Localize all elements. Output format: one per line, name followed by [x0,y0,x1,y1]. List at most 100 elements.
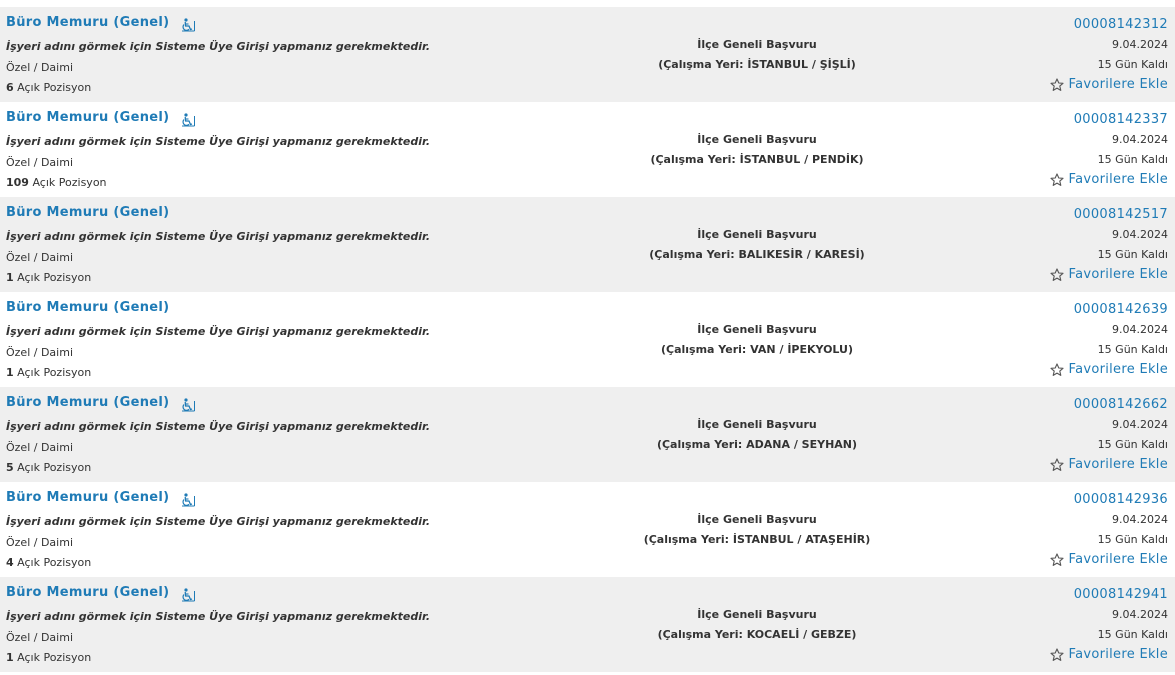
star-icon [1050,552,1065,566]
add-to-favorites-button[interactable]: Favorilere Ekle [1050,552,1168,567]
star-icon [1050,362,1065,376]
login-required-notice: İşyeri adını görmek için Sisteme Üye Gir… [6,325,431,338]
work-location: (Çalışma Yeri: VAN / İPEKYOLU) [660,343,854,356]
listing-number-link[interactable]: 00008142312 [1074,17,1168,32]
employment-type: Özel / Daimi [6,346,73,359]
star-icon [1050,457,1065,471]
work-location: (Çalışma Yeri: İSTANBUL / PENDİK) [650,153,864,166]
wheelchair-icon[interactable] [180,17,196,32]
job-listing-row: Büro Memuru (Genel) İşyeri adını görmek … [0,482,1175,577]
add-to-favorites-button[interactable]: Favorilere Ekle [1050,362,1168,377]
open-positions: 1 Açık Pozisyon [6,651,91,664]
days-left: 15 Gün Kaldı [1097,438,1168,451]
open-positions-label: Açık Pozisyon [17,461,92,474]
open-positions-count: 1 [6,366,14,379]
listing-date: 9.04.2024 [1112,608,1168,621]
work-location: (Çalışma Yeri: İSTANBUL / ŞİŞLİ) [658,58,856,71]
open-positions-label: Açık Pozisyon [17,81,92,94]
open-positions-count: 1 [6,651,14,664]
open-positions-label: Açık Pozisyon [17,271,92,284]
star-icon [1050,647,1065,661]
add-to-favorites-label: Favorilere Ekle [1068,172,1168,187]
open-positions: 4 Açık Pozisyon [6,556,91,569]
add-to-favorites-label: Favorilere Ekle [1068,77,1168,92]
work-location: (Çalışma Yeri: BALIKESİR / KARESİ) [649,248,865,261]
days-left: 15 Gün Kaldı [1097,58,1168,71]
login-required-notice: İşyeri adını görmek için Sisteme Üye Gir… [6,40,431,53]
application-type: İlçe Geneli Başvuru [697,228,817,241]
open-positions: 1 Açık Pozisyon [6,366,91,379]
add-to-favorites-label: Favorilere Ekle [1068,647,1168,662]
job-listing-list: Büro Memuru (Genel) İşyeri adını görmek … [0,7,1175,672]
employment-type: Özel / Daimi [6,441,73,454]
star-icon [1050,77,1065,91]
application-type: İlçe Geneli Başvuru [697,513,817,526]
add-to-favorites-label: Favorilere Ekle [1068,552,1168,567]
employment-type: Özel / Daimi [6,156,73,169]
wheelchair-icon[interactable] [180,492,196,507]
listing-date: 9.04.2024 [1112,38,1168,51]
open-positions-count: 1 [6,271,14,284]
employment-type: Özel / Daimi [6,536,73,549]
job-listing-row: Büro Memuru (Genel) İşyeri adını görmek … [0,387,1175,482]
employment-type: Özel / Daimi [6,631,73,644]
add-to-favorites-label: Favorilere Ekle [1068,362,1168,377]
listing-date: 9.04.2024 [1112,323,1168,336]
job-listing-row: Büro Memuru (Genel) İşyeri adını görmek … [0,102,1175,197]
listing-number-link[interactable]: 00008142941 [1074,587,1168,602]
add-to-favorites-label: Favorilere Ekle [1068,457,1168,472]
listing-date: 9.04.2024 [1112,513,1168,526]
application-type: İlçe Geneli Başvuru [697,133,817,146]
open-positions: 109 Açık Pozisyon [6,176,107,189]
job-title-link[interactable]: Büro Memuru (Genel) [6,205,169,220]
open-positions-label: Açık Pozisyon [17,556,92,569]
open-positions-count: 5 [6,461,14,474]
open-positions-count: 4 [6,556,14,569]
listing-number-link[interactable]: 00008142337 [1074,112,1168,127]
listing-number-link[interactable]: 00008142517 [1074,207,1168,222]
listing-number-link[interactable]: 00008142639 [1074,302,1168,317]
open-positions-label: Açık Pozisyon [32,176,107,189]
open-positions-label: Açık Pozisyon [17,651,92,664]
days-left: 15 Gün Kaldı [1097,628,1168,641]
job-title-link[interactable]: Büro Memuru (Genel) [6,15,169,30]
job-title-link[interactable]: Büro Memuru (Genel) [6,395,169,410]
job-listing-row: Büro Memuru (Genel) İşyeri adını görmek … [0,577,1175,672]
star-icon [1050,172,1065,186]
login-required-notice: İşyeri adını görmek için Sisteme Üye Gir… [6,135,431,148]
open-positions: 5 Açık Pozisyon [6,461,91,474]
job-title-link[interactable]: Büro Memuru (Genel) [6,585,169,600]
login-required-notice: İşyeri adını görmek için Sisteme Üye Gir… [6,610,431,623]
days-left: 15 Gün Kaldı [1097,533,1168,546]
listing-date: 9.04.2024 [1112,418,1168,431]
wheelchair-icon[interactable] [180,587,196,602]
login-required-notice: İşyeri adını görmek için Sisteme Üye Gir… [6,230,431,243]
add-to-favorites-button[interactable]: Favorilere Ekle [1050,77,1168,92]
add-to-favorites-button[interactable]: Favorilere Ekle [1050,172,1168,187]
add-to-favorites-button[interactable]: Favorilere Ekle [1050,267,1168,282]
job-listing-row: Büro Memuru (Genel) İşyeri adını görmek … [0,7,1175,102]
listing-date: 9.04.2024 [1112,133,1168,146]
listing-number-link[interactable]: 00008142936 [1074,492,1168,507]
open-positions: 1 Açık Pozisyon [6,271,91,284]
work-location: (Çalışma Yeri: KOCAELİ / GEBZE) [657,628,857,641]
wheelchair-icon[interactable] [180,397,196,412]
login-required-notice: İşyeri adını görmek için Sisteme Üye Gir… [6,515,431,528]
open-positions-count: 6 [6,81,14,94]
work-location: (Çalışma Yeri: İSTANBUL / ATAŞEHİR) [643,533,871,546]
application-type: İlçe Geneli Başvuru [697,608,817,621]
add-to-favorites-button[interactable]: Favorilere Ekle [1050,647,1168,662]
wheelchair-icon[interactable] [180,112,196,127]
open-positions-count: 109 [6,176,29,189]
add-to-favorites-button[interactable]: Favorilere Ekle [1050,457,1168,472]
listing-date: 9.04.2024 [1112,228,1168,241]
listing-number-link[interactable]: 00008142662 [1074,397,1168,412]
days-left: 15 Gün Kaldı [1097,153,1168,166]
open-positions-label: Açık Pozisyon [17,366,92,379]
job-title-link[interactable]: Büro Memuru (Genel) [6,300,169,315]
job-title-link[interactable]: Büro Memuru (Genel) [6,490,169,505]
job-title-link[interactable]: Büro Memuru (Genel) [6,110,169,125]
days-left: 15 Gün Kaldı [1097,343,1168,356]
application-type: İlçe Geneli Başvuru [697,38,817,51]
login-required-notice: İşyeri adını görmek için Sisteme Üye Gir… [6,420,431,433]
